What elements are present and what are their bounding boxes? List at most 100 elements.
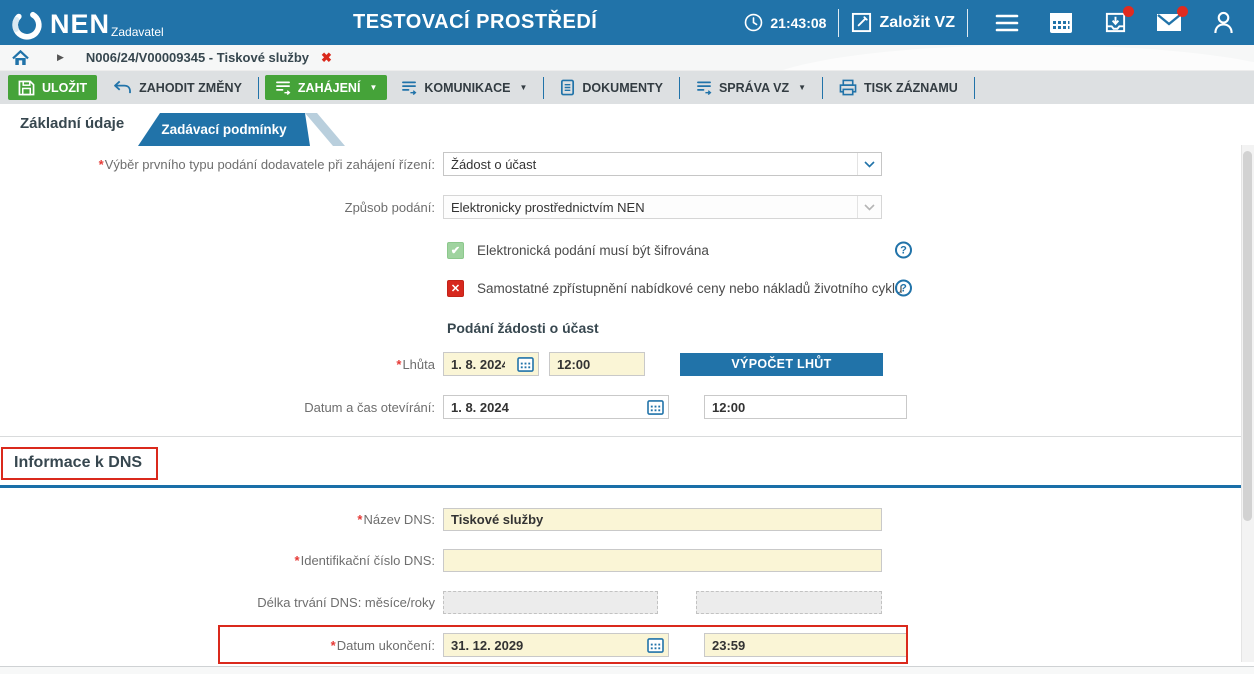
opening-time-box [704, 395, 907, 419]
tab-zakladni-udaje[interactable]: Základní údaje [20, 115, 124, 132]
breadcrumb: ▶ N006/24/V00009345 - Tiskové služby ✖ [0, 45, 1254, 71]
calendar-picker-icon[interactable] [642, 638, 668, 653]
manage-vz-menu-button[interactable]: SPRÁVA VZ ▼ [686, 75, 816, 100]
document-icon [560, 79, 575, 96]
toolbar-separator [543, 77, 544, 99]
end-time-input[interactable] [705, 638, 906, 653]
chevron-down-icon[interactable] [857, 153, 881, 175]
required-asterisk: * [295, 553, 300, 568]
separate-access-checkbox-row: ✕ Samostatné zpřístupnění nabídkové ceny… [0, 278, 1254, 298]
deadline-time-input[interactable] [550, 357, 644, 372]
encrypted-checkbox[interactable]: ✔ [447, 242, 464, 259]
deadline-date-input[interactable] [444, 357, 512, 372]
required-asterisk: * [331, 638, 336, 653]
dns-end-date-label: *Datum ukončení: [0, 638, 439, 653]
discard-changes-label: ZAHODIT ZMĚNY [139, 81, 242, 95]
nen-logo[interactable]: NEN Zadavatel [10, 4, 164, 42]
first-submission-label: *Výběr prvního typu podání dodavatele př… [0, 157, 439, 172]
workflow-icon [401, 80, 417, 95]
logo-subtitle: Zadavatel [111, 25, 164, 39]
vertical-scrollbar[interactable] [1241, 145, 1254, 662]
caret-down-icon: ▼ [369, 83, 377, 92]
submission-method-label: Způsob podání: [0, 200, 439, 215]
dns-duration-months-input [443, 591, 658, 614]
opening-datetime-row: Datum a čas otevírání: [0, 395, 1254, 419]
workflow-icon [275, 80, 291, 95]
dns-name-input[interactable] [443, 508, 882, 531]
tab-shadow [305, 113, 345, 146]
dns-duration-years-input [696, 591, 882, 614]
dns-end-date-row: *Datum ukončení: [0, 633, 1254, 657]
calendar-button[interactable] [1048, 10, 1074, 36]
start-menu-button[interactable]: ZAHÁJENÍ ▼ [265, 75, 387, 100]
separate-access-checkbox[interactable]: ✕ [447, 280, 464, 297]
new-edit-icon [851, 12, 872, 33]
inbox-button[interactable] [1102, 10, 1128, 36]
clock-icon [744, 13, 763, 32]
calendar-grid-icon [1049, 12, 1073, 34]
end-date-input[interactable] [444, 638, 642, 653]
first-submission-row: *Výběr prvního typu podání dodavatele př… [0, 152, 1254, 176]
dns-id-row: *Identifikační číslo DNS: [0, 549, 1254, 572]
hamburger-icon [995, 14, 1019, 32]
print-record-label: TISK ZÁZNAMU [864, 81, 958, 95]
menu-button[interactable] [994, 10, 1020, 36]
dns-id-input[interactable] [443, 549, 882, 572]
create-vz-button[interactable]: Založit VZ [851, 12, 955, 33]
mail-notification-badge [1177, 6, 1188, 17]
end-time-box [704, 633, 907, 657]
scrollbar-thumb[interactable] [1243, 151, 1252, 521]
documents-button[interactable]: DOKUMENTY [550, 75, 673, 100]
mail-button[interactable] [1156, 10, 1182, 36]
help-icon[interactable]: ? [895, 280, 912, 297]
required-asterisk: * [396, 357, 401, 372]
save-button[interactable]: ULOŽIT [8, 75, 97, 100]
opening-date-input[interactable] [444, 400, 642, 415]
environment-title: TESTOVACÍ PROSTŘEDÍ [353, 0, 597, 45]
discard-changes-button[interactable]: ZAHODIT ZMĚNY [103, 75, 252, 100]
home-icon[interactable] [12, 50, 29, 66]
user-button[interactable] [1210, 10, 1236, 36]
header-separator [838, 9, 839, 37]
nen-app-window: NEN Zadavatel TESTOVACÍ PROSTŘEDÍ 21:43:… [0, 0, 1254, 674]
deadline-date-box [443, 352, 539, 376]
manage-vz-label: SPRÁVA VZ [719, 81, 789, 95]
communication-menu-button[interactable]: KOMUNIKACE ▼ [391, 75, 537, 100]
caret-down-icon: ▼ [519, 83, 527, 92]
print-record-button[interactable]: TISK ZÁZNAMU [829, 75, 968, 100]
calendar-picker-icon[interactable] [512, 357, 538, 372]
calendar-picker-icon[interactable] [642, 400, 668, 415]
separate-access-checkbox-label: Samostatné zpřístupnění nabídkové ceny n… [477, 281, 903, 296]
submission-method-value: Elektronicky prostřednictvím NEN [444, 200, 857, 215]
create-vz-label: Založit VZ [879, 14, 955, 32]
toolbar-separator [822, 77, 823, 99]
breadcrumb-arrow-icon: ▶ [57, 52, 64, 63]
deadline-row: *Lhůta VÝPOČET LHŮT [0, 352, 1254, 376]
dns-id-label: *Identifikační číslo DNS: [0, 553, 439, 568]
dns-section-header-highlight: Informace k DNS [1, 447, 158, 480]
encrypted-checkbox-row: ✔ Elektronická podání musí být šifrována… [0, 240, 1254, 260]
nen-logo-icon [10, 8, 44, 42]
deadline-label: *Lhůta [0, 357, 439, 372]
clock-time: 21:43:08 [770, 15, 826, 31]
undo-icon [113, 80, 132, 95]
end-date-box [443, 633, 669, 657]
help-icon[interactable]: ? [895, 242, 912, 259]
breadcrumb-item[interactable]: N006/24/V00009345 - Tiskové služby [86, 50, 309, 65]
compute-deadlines-button[interactable]: VÝPOČET LHŮT [680, 353, 883, 376]
dns-section-title: Informace k DNS [14, 454, 142, 472]
opening-datetime-label: Datum a čas otevírání: [0, 400, 439, 415]
required-asterisk: * [99, 157, 104, 172]
opening-time-input[interactable] [705, 400, 906, 415]
save-label: ULOŽIT [42, 81, 87, 95]
caret-down-icon: ▼ [798, 83, 806, 92]
breadcrumb-close-icon[interactable]: ✖ [321, 50, 332, 66]
tab-zadavaci-podminky[interactable]: Zadávací podmínky [138, 113, 310, 146]
first-submission-select[interactable]: Žádost o účast [443, 152, 882, 176]
app-header: NEN Zadavatel TESTOVACÍ PROSTŘEDÍ 21:43:… [0, 0, 1254, 45]
toolbar: ULOŽIT ZAHODIT ZMĚNY ZAHÁJENÍ ▼ KOMUNIKA… [0, 71, 1254, 104]
first-submission-value: Žádost o účast [444, 157, 857, 172]
documents-label: DOKUMENTY [582, 81, 663, 95]
inbox-notification-badge [1123, 6, 1134, 17]
encrypted-checkbox-label: Elektronická podání musí být šifrována [477, 243, 709, 258]
